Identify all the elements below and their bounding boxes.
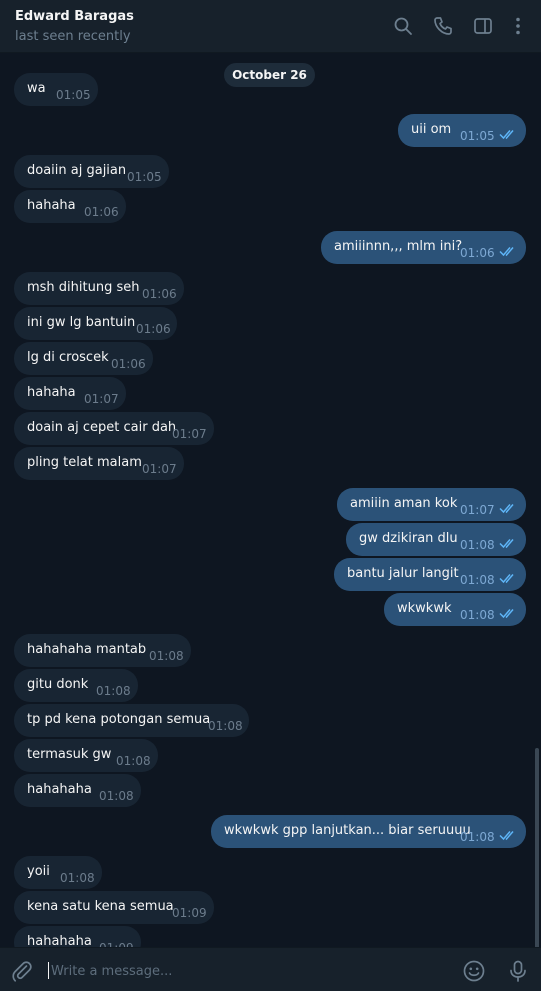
double-check-icon	[499, 537, 517, 549]
message-text: wkwkwk	[397, 601, 452, 616]
text-caret	[48, 962, 49, 979]
message-text: termasuk gw	[27, 747, 112, 762]
message-bubble-outgoing[interactable]: wkwkwk gpp lanjutkan... biar seruuuu 01:…	[211, 815, 526, 848]
message-text: bantu jalur langit	[347, 566, 459, 581]
message-bubble-incoming[interactable]: hahahaha 01:08	[14, 774, 141, 807]
message-text: ini gw lg bantuin	[27, 315, 136, 330]
message-text: doain aj cepet cair dah	[27, 420, 177, 435]
message-bubble-incoming[interactable]: hahaha 01:07	[14, 377, 126, 410]
message-bubble-outgoing[interactable]: gw dzikiran dlu 01:08	[346, 523, 526, 556]
emoji-icon[interactable]	[462, 959, 486, 983]
double-check-icon	[499, 572, 517, 584]
message-bubble-outgoing[interactable]: bantu jalur langit 01:08	[334, 558, 526, 591]
message-bubble-incoming[interactable]: msh dihitung seh 01:06	[14, 272, 184, 305]
message-time: 01:08	[60, 871, 95, 885]
contact-name[interactable]: Edward Baragas	[15, 9, 134, 24]
message-bubble-incoming[interactable]: doain aj cepet cair dah 01:07	[14, 412, 214, 445]
message-text: wkwkwk gpp lanjutkan... biar seruuuu	[224, 823, 471, 838]
message-input[interactable]: Write a message...	[51, 964, 172, 979]
more-vertical-icon[interactable]	[507, 15, 529, 37]
message-bubble-outgoing[interactable]: amiiin aman kok 01:07	[337, 488, 526, 521]
message-bubble-outgoing[interactable]: amiiinnn,,, mlm ini? 01:06	[321, 231, 526, 264]
message-text: hahaha	[27, 198, 76, 213]
message-bubble-incoming[interactable]: pling telat malam 01:07	[14, 447, 184, 480]
message-bubble-incoming[interactable]: tp pd kena potongan semua 01:08	[14, 704, 249, 737]
message-text: hahaha	[27, 385, 76, 400]
message-time: 01:08	[99, 789, 134, 803]
phone-icon[interactable]	[432, 15, 454, 37]
message-bubble-outgoing[interactable]: wkwkwk 01:08	[384, 593, 526, 626]
message-bubble-incoming[interactable]: kena satu kena semua 01:09	[14, 891, 214, 924]
attach-icon[interactable]	[10, 959, 34, 983]
message-time: 01:08	[460, 608, 495, 622]
message-time: 01:07	[84, 392, 119, 406]
message-bubble-incoming[interactable]: doaiin aj gajian 01:05	[14, 155, 169, 188]
message-time: 01:06	[84, 205, 119, 219]
search-icon[interactable]	[392, 15, 414, 37]
message-text: msh dihitung seh	[27, 280, 140, 295]
message-time: 01:08	[460, 538, 495, 552]
double-check-icon	[499, 128, 517, 140]
double-check-icon	[499, 829, 517, 841]
message-text: uii om	[411, 122, 452, 137]
message-text: wa	[27, 81, 46, 96]
date-separator: October 26	[224, 63, 315, 87]
message-time: 01:07	[142, 462, 177, 476]
microphone-icon[interactable]	[506, 959, 530, 983]
message-text: gw dzikiran dlu	[359, 531, 458, 546]
message-text: hahahaha	[27, 782, 92, 797]
message-time: 01:07	[172, 427, 207, 441]
message-time: 01:08	[208, 719, 243, 733]
message-bubble-incoming[interactable]: termasuk gw 01:08	[14, 739, 158, 772]
message-time: 01:08	[116, 754, 151, 768]
message-time: 01:06	[111, 357, 146, 371]
double-check-icon	[499, 502, 517, 514]
message-time: 01:05	[127, 170, 162, 184]
message-bubble-incoming[interactable]: ini gw lg bantuin 01:06	[14, 307, 177, 340]
message-bubble-incoming[interactable]: lg di croscek 01:06	[14, 342, 153, 375]
message-time: 01:07	[460, 503, 495, 517]
double-check-icon	[499, 607, 517, 619]
chat-header: Edward Baragas last seen recently	[0, 0, 541, 53]
message-time: 01:08	[96, 684, 131, 698]
message-bubble-outgoing[interactable]: uii om 01:05	[398, 114, 526, 147]
message-time: 01:05	[460, 129, 495, 143]
message-text: amiiin aman kok	[350, 496, 458, 511]
message-text: tp pd kena potongan semua	[27, 712, 211, 727]
double-check-icon	[499, 245, 517, 257]
message-text: lg di croscek	[27, 350, 109, 365]
message-time: 01:05	[56, 88, 91, 102]
message-time: 01:08	[460, 830, 495, 844]
message-time: 01:06	[460, 246, 495, 260]
message-text: kena satu kena semua	[27, 899, 174, 914]
message-text: pling telat malam	[27, 455, 142, 470]
message-bubble-incoming[interactable]: hahahaha mantab 01:08	[14, 634, 191, 667]
scrollbar[interactable]	[535, 748, 539, 947]
contact-status: last seen recently	[15, 29, 131, 44]
sidebar-toggle-icon[interactable]	[472, 15, 494, 37]
message-bubble-incoming[interactable]: gitu donk 01:08	[14, 669, 138, 702]
message-time: 01:06	[136, 322, 171, 336]
message-text: amiiinnn,,, mlm ini?	[334, 239, 463, 254]
message-text: yoii	[27, 864, 50, 879]
message-time: 01:06	[142, 287, 177, 301]
message-bubble-incoming[interactable]: hahaha 01:06	[14, 190, 126, 223]
message-time: 01:09	[172, 906, 207, 920]
message-time: 01:08	[460, 573, 495, 587]
message-composer: Write a message...	[0, 947, 541, 991]
message-time: 01:08	[149, 649, 184, 663]
message-text: doaiin aj gajian	[27, 163, 127, 178]
message-text: hahahaha mantab	[27, 642, 147, 657]
message-bubble-incoming[interactable]: yoii 01:08	[14, 856, 102, 889]
message-text: gitu donk	[27, 677, 89, 692]
message-bubble-incoming[interactable]: wa 01:05	[14, 73, 98, 106]
